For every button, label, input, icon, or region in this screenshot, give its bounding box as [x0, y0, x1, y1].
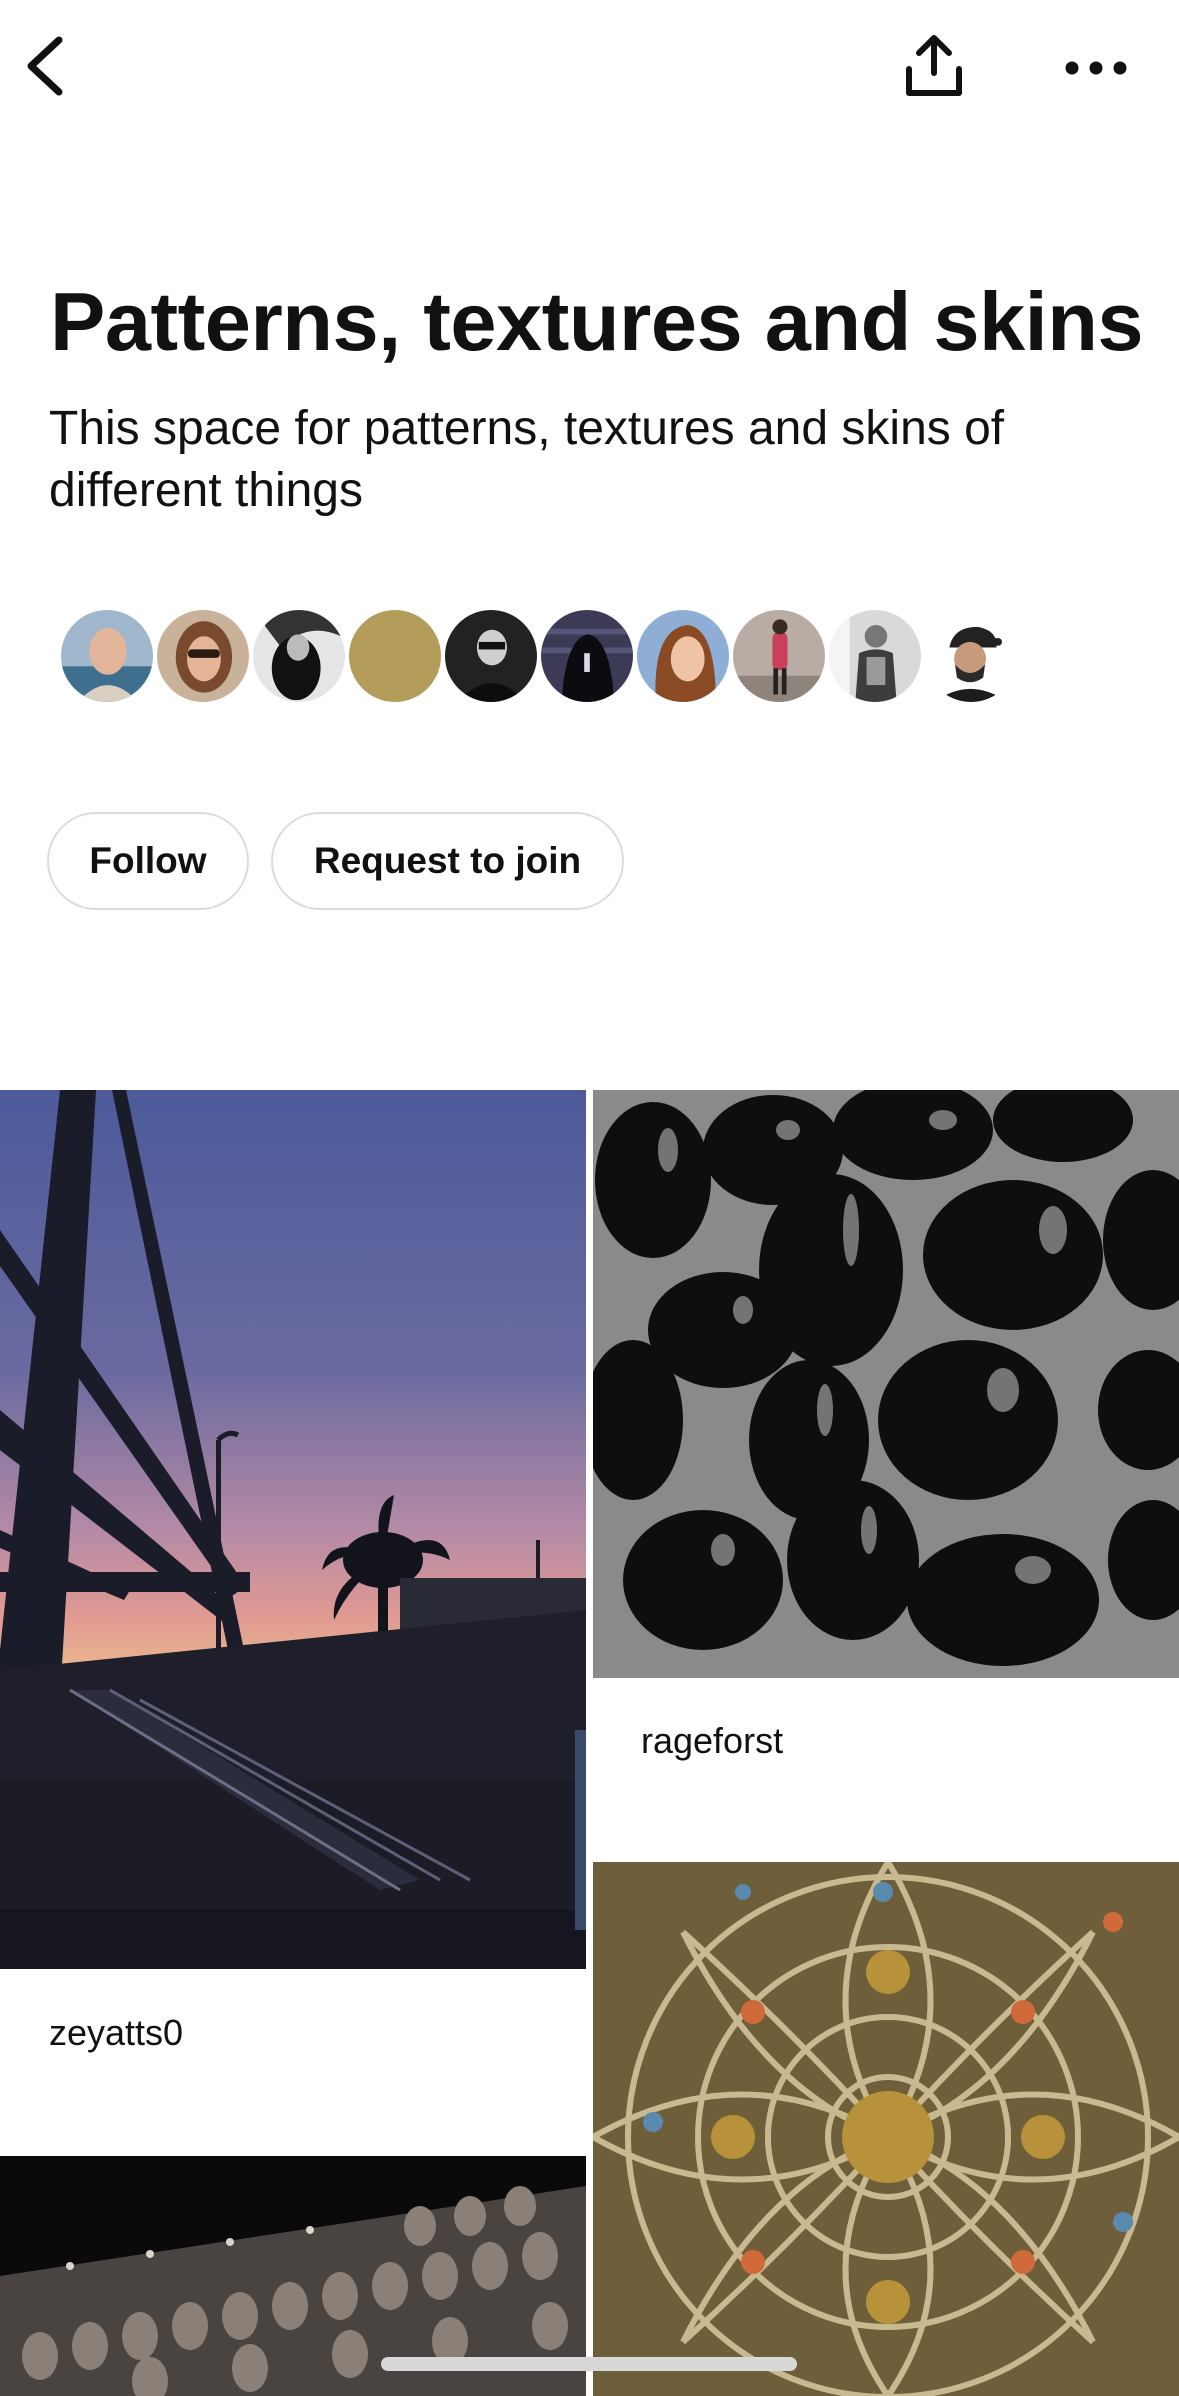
member-avatar[interactable]: [826, 607, 924, 705]
member-avatar[interactable]: [442, 607, 540, 705]
pin-image[interactable]: [593, 1862, 1179, 2396]
chevron-left-icon: [27, 36, 63, 96]
more-horizontal-icon: [1065, 61, 1127, 75]
pin-image[interactable]: [0, 1090, 586, 1969]
member-avatar[interactable]: [538, 607, 636, 705]
top-bar: [0, 0, 1179, 140]
pin-author[interactable]: rageforst: [641, 1720, 783, 1762]
pin-author[interactable]: zeyatts0: [49, 2012, 183, 2054]
share-upload-icon: [906, 35, 962, 96]
member-avatar[interactable]: [634, 607, 732, 705]
request-to-join-button[interactable]: Request to join: [271, 812, 624, 910]
board-description: This space for patterns, textures and sk…: [49, 402, 1005, 517]
member-avatar[interactable]: [346, 607, 444, 705]
member-avatar[interactable]: [154, 607, 252, 705]
member-avatar[interactable]: [58, 607, 156, 705]
member-avatar[interactable]: [250, 607, 348, 705]
pin-grid: zeyatts0 rageforst: [0, 1090, 1179, 2396]
member-avatar[interactable]: [730, 607, 828, 705]
home-indicator[interactable]: [381, 2357, 797, 2371]
more-options-button[interactable]: [1056, 30, 1136, 106]
share-button[interactable]: [894, 26, 974, 106]
back-button[interactable]: [14, 28, 76, 104]
pin-image[interactable]: [593, 1090, 1179, 1678]
member-avatar[interactable]: [922, 607, 1020, 705]
board-title: Patterns, textures and skins: [50, 275, 1144, 368]
follow-button[interactable]: Follow: [47, 812, 249, 910]
